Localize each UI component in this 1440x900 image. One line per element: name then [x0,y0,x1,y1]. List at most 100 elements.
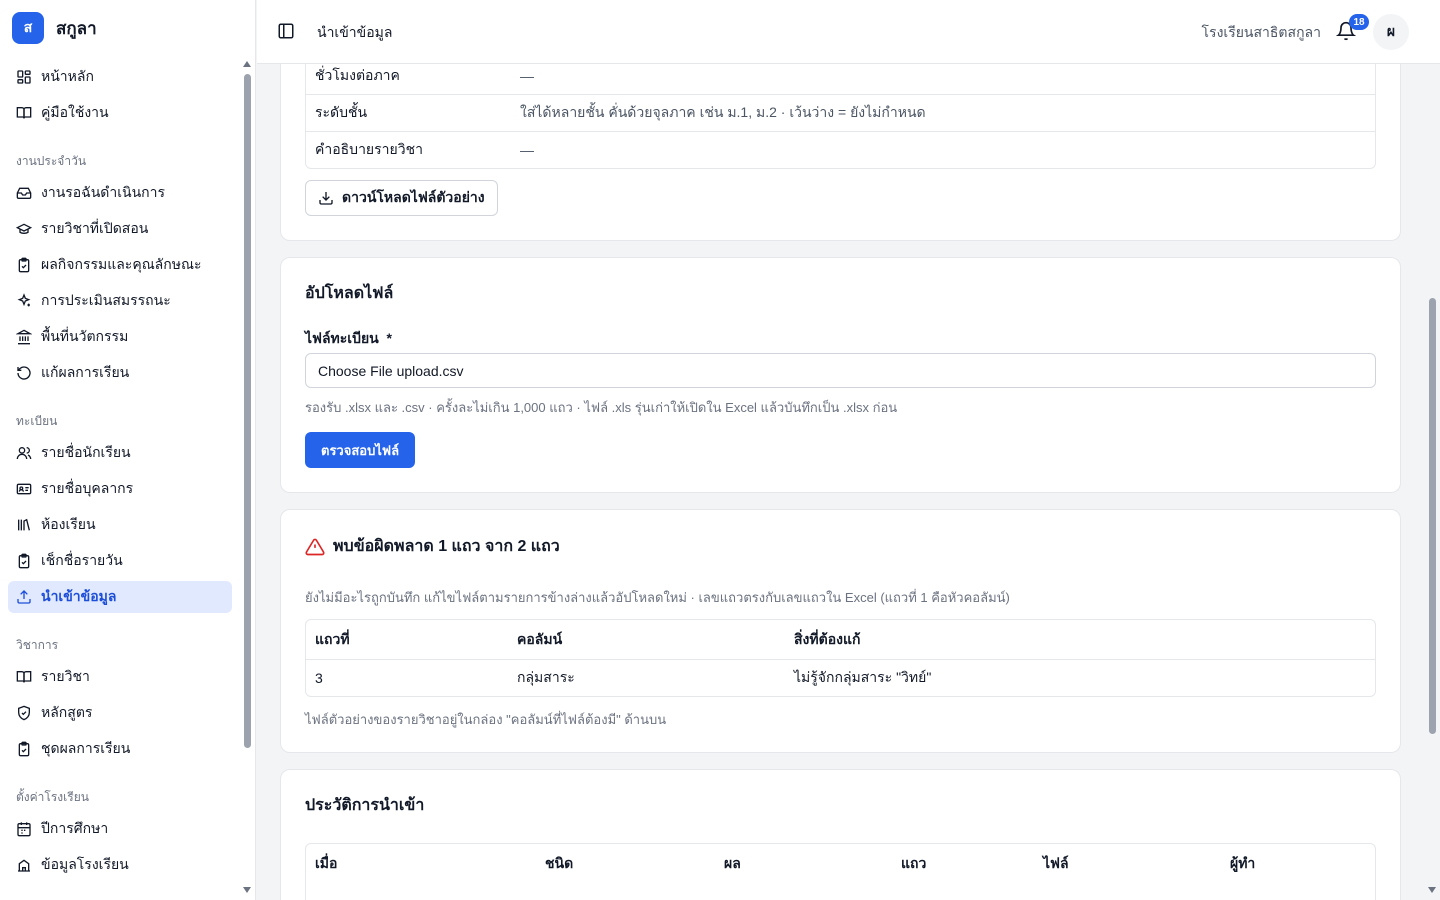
sidebar-item-label: พื้นที่นวัตกรรม [41,328,129,344]
brand-logo: ส [12,12,44,44]
header-rows: แถว [901,855,927,871]
sidebar-item-label: ผลกิจกรรมและคุณลักษณะ [41,256,202,272]
history-table: เมื่อ ชนิด ผล แถว ไฟล์ ผู้ทำ [305,843,1376,900]
avatar[interactable]: ผ [1373,14,1409,50]
header-when: เมื่อ [315,855,338,871]
file-field-label-text: ไฟล์ทะเบียน [305,330,379,346]
upload-card-title: อัปโหลดไฟล์ [305,285,394,302]
error-footnote: ไฟล์ตัวอย่างของรายวิชาอยู่ในกล่อง "คอลัม… [305,712,667,727]
sidebar-scroll-up-arrow[interactable] [243,61,251,67]
upload-card: อัปโหลดไฟล์ ไฟล์ทะเบียน * Choose File up… [280,257,1401,493]
table-row: คำอธิบายรายวิชา — [306,131,1375,168]
error-description: ยังไม่มีอะไรถูกบันทึก แก้ไขไฟล์ตามรายการ… [305,590,1010,605]
sidebar-item-innovation[interactable]: พื้นที่นวัตกรรม [8,321,232,353]
column-name: ระดับชั้น [315,104,368,120]
sidebar-item-curriculum[interactable]: หลักสูตร [8,697,232,729]
top-header: นำเข้าข้อมูล โรงเรียนสาธิตสกูลา 18 ผ [257,0,1440,64]
column-description: ใส่ได้หลายชั้น คั่นด้วยจุลภาค เช่น ม.1, … [520,104,926,120]
table-header-row: แถวที่ คอลัมน์ สิ่งที่ต้องแก้ [306,620,1375,659]
clipboard-check-icon [18,741,30,757]
sidebar-item-activities[interactable]: ผลกิจกรรมและคุณลักษณะ [8,249,232,281]
upload-icon [17,590,31,604]
header-result: ผล [724,855,741,871]
history-card-title: ประวัติการนำเข้า [305,797,425,814]
inbox-icon [16,187,32,199]
page-title: นำเข้าข้อมูล [317,24,393,40]
id-card-icon [16,483,32,495]
sidebar-item-staff[interactable]: รายชื่อบุคลากร [8,473,232,505]
sidebar-item-label: ข้อมูลโรงเรียน [41,856,129,872]
table-row: 3 กลุ่มสาระ ไม่รู้จักกลุ่มสาระ "วิทย์" [306,659,1375,696]
sparkles-icon [17,293,31,307]
sidebar-item-label: ชุดผลการเรียน [41,740,131,756]
sidebar-item-grade-sets[interactable]: ชุดผลการเรียน [8,733,232,765]
header-type: ชนิด [545,855,574,871]
sidebar: ส สกูลา หน้าหลัก คู่มือใช้งาน งานประจำวั… [0,0,256,900]
sidebar-item-classrooms[interactable]: ห้องเรียน [8,509,232,541]
sidebar-toggle-icon[interactable] [277,22,295,40]
header-file: ไฟล์ [1043,855,1069,871]
clipboard-check-icon [18,257,30,273]
sidebar-item-label: ห้องเรียน [41,516,96,532]
sidebar-item-label: หลักสูตร [41,704,93,720]
sidebar-item-grade-fix[interactable]: แก้ผลการเรียน [8,357,232,389]
sidebar-item-academic-year[interactable]: ปีการศึกษา [8,813,232,845]
sidebar-item-competency[interactable]: การประเมินสมรรถนะ [8,285,232,317]
nav-group-title: ทะเบียน [16,413,58,428]
notification-badge: 18 [1349,14,1369,30]
sidebar-item-label: แก้ผลการเรียน [41,364,130,380]
main-scrollbar-thumb[interactable] [1429,298,1436,734]
shield-check-icon [18,705,30,721]
header-row-number: แถวที่ [315,630,350,647]
sidebar-item-label: การประเมินสมรรถนะ [41,292,171,308]
column-name: คำอธิบายรายวิชา [315,141,423,157]
header-by: ผู้ทำ [1230,855,1256,871]
sidebar-item-pending-tasks[interactable]: งานรอฉันดำเนินการ [8,177,232,209]
sidebar-item-home[interactable]: หน้าหลัก [8,61,232,93]
error-card: พบข้อผิดพลาด 1 แถว จาก 2 แถว ยังไม่มีอะไ… [280,509,1401,753]
clipboard-check-icon [18,553,30,569]
nav-group-title: ตั้งค่าโรงเรียน [16,789,89,804]
sidebar-item-students[interactable]: รายชื่อนักเรียน [8,437,232,469]
book-open-icon [16,107,32,119]
sidebar-item-subjects[interactable]: รายวิชา [8,661,232,693]
sidebar-item-attendance[interactable]: เช็กชื่อรายวัน [8,545,232,577]
error-title: พบข้อผิดพลาด 1 แถว จาก 2 แถว [305,534,560,559]
error-table: แถวที่ คอลัมน์ สิ่งที่ต้องแก้ 3 กลุ่มสาร… [305,619,1376,697]
nav-group-title: วิชาการ [16,637,59,652]
school-icon [18,859,30,872]
nav-group-title: งานประจำวัน [16,153,87,168]
validate-file-button[interactable]: ตรวจสอบไฟล์ [305,432,416,468]
column-description: — [520,68,534,84]
download-sample-button[interactable]: ดาวน์โหลดไฟล์ตัวอย่าง [305,180,498,216]
sidebar-item-label: รายชื่อนักเรียน [41,444,131,460]
file-field-label: ไฟล์ทะเบียน * [305,328,392,350]
sidebar-item-label: คู่มือใช้งาน [41,104,109,120]
cell-fix: ไม่รู้จักกลุ่มสาระ "วิทย์" [794,669,932,685]
file-input[interactable]: Choose File upload.csv [305,353,1376,388]
table-row: ระดับชั้น ใส่ได้หลายชั้น คั่นด้วยจุลภาค … [306,94,1375,131]
landmark-icon [16,329,32,345]
brand-name: สกูลา [56,18,97,38]
school-switcher[interactable]: โรงเรียนสาธิตสกูลา [1202,22,1321,44]
required-mark: * [386,330,392,346]
download-icon [319,192,333,205]
header-fix: สิ่งที่ต้องแก้ [794,630,861,647]
calendar-icon [17,822,31,837]
cell-column: กลุ่มสาระ [517,669,575,685]
sidebar-item-school-info[interactable]: ข้อมูลโรงเรียน [8,849,232,881]
sidebar-item-open-courses[interactable]: รายวิชาที่เปิดสอน [8,213,232,245]
sidebar-item-label: เช็กชื่อรายวัน [41,552,123,568]
table-header-row: เมื่อ ชนิด ผล แถว ไฟล์ ผู้ทำ [306,844,1375,884]
cell-row-number: 3 [315,670,323,686]
import-history-card: ประวัติการนำเข้า เมื่อ ชนิด ผล แถว ไฟล์ … [280,769,1401,900]
sidebar-scroll-down-arrow[interactable] [243,887,251,893]
column-name: ชั่วโมงต่อภาค [315,67,400,83]
main-scroll-down-arrow[interactable] [1428,887,1436,893]
sidebar-scrollbar-thumb[interactable] [244,74,251,748]
graduation-cap-icon [16,223,32,234]
users-icon [16,447,32,460]
sidebar-item-import[interactable]: นำเข้าข้อมูล [8,581,232,613]
brand[interactable]: ส สกูลา [12,12,97,44]
sidebar-item-manual[interactable]: คู่มือใช้งาน [8,97,232,129]
